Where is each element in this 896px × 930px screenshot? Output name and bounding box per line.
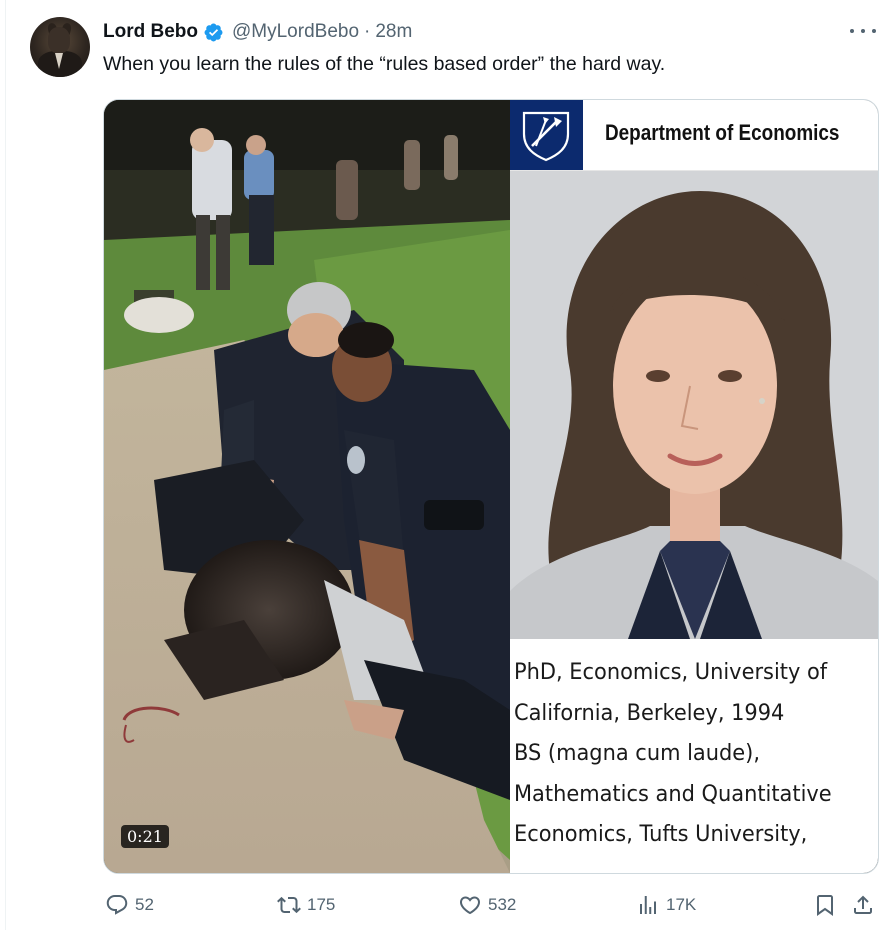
- share-icon: [854, 895, 872, 914]
- timeline-divider: [5, 0, 6, 930]
- video-player[interactable]: 0:21: [104, 100, 510, 873]
- credentials-text: PhD, Economics, University of California…: [514, 652, 878, 855]
- like-button[interactable]: 532: [458, 893, 516, 917]
- video-frame: [104, 100, 510, 873]
- credential-line: California, Berkeley, 1994: [514, 699, 785, 726]
- portrait-photo: [510, 171, 878, 639]
- repost-count: 175: [307, 895, 336, 914]
- reply-count: 52: [135, 895, 154, 914]
- verified-badge-icon: [203, 22, 224, 43]
- separator-dot: ·: [364, 21, 371, 42]
- view-count: 17K: [666, 895, 697, 914]
- like-count: 532: [488, 895, 517, 914]
- credential-line: Economics, Tufts University,: [514, 821, 808, 847]
- department-title: Department of Economics: [605, 120, 840, 145]
- reply-icon: [106, 895, 128, 915]
- author-name[interactable]: Lord Bebo: [103, 21, 198, 43]
- bookmark-icon: [817, 895, 833, 916]
- tweet-text: When you learn the rules of the “rules b…: [103, 53, 666, 75]
- avatar[interactable]: [30, 17, 90, 77]
- bookmark-button[interactable]: [813, 893, 843, 917]
- share-button[interactable]: [851, 893, 881, 917]
- repost-button[interactable]: 175: [277, 893, 335, 917]
- repost-icon: [277, 896, 301, 914]
- emory-shield-icon: [510, 100, 583, 170]
- tweet-header: Lord Bebo @MyLordBebo · 28m: [103, 19, 412, 45]
- credential-line: Mathematics and Quantitative: [514, 780, 832, 807]
- views-button[interactable]: 17K: [636, 893, 696, 917]
- department-banner: Department of Economics: [510, 100, 878, 171]
- credential-line: BS (magna cum laude),: [514, 740, 760, 766]
- screenshot-panel: Department of Economics PhD, Economics, …: [510, 100, 878, 873]
- credential-line: PhD, Economics, University of: [514, 659, 828, 685]
- views-icon: [640, 896, 656, 914]
- reply-button[interactable]: 52: [105, 893, 154, 917]
- tweet-media[interactable]: 0:21 Department of Economics PhD, Econom…: [103, 99, 879, 874]
- more-icon[interactable]: [850, 20, 876, 42]
- tweet-actions: 52 175 532 17K: [103, 893, 877, 923]
- heart-icon: [459, 896, 481, 915]
- timestamp[interactable]: 28m: [375, 21, 412, 43]
- video-duration: 0:21: [121, 825, 169, 848]
- author-handle[interactable]: @MyLordBebo: [232, 21, 359, 43]
